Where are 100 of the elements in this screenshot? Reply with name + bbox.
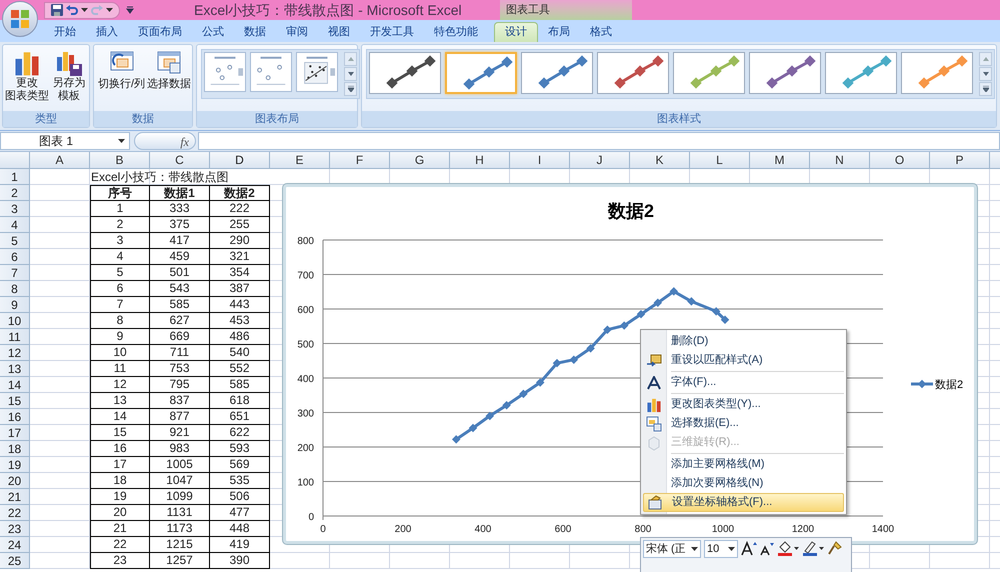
axis-tick-label: 800 — [297, 236, 314, 247]
ribbon-tab[interactable]: 特色功能 — [424, 22, 488, 42]
column-header[interactable]: H — [450, 152, 510, 168]
ribbon-tab[interactable]: 数据 — [234, 22, 276, 42]
row-header[interactable]: 9 — [0, 297, 30, 313]
column-header[interactable]: E — [270, 152, 330, 168]
menu-item[interactable]: 添加次要网格线(N) — [643, 474, 844, 493]
table-cell: 419 — [210, 537, 270, 553]
table-cell: 711 — [150, 345, 210, 361]
row-header[interactable]: 12 — [0, 345, 30, 361]
menu-item[interactable]: 删除(D) — [643, 332, 844, 351]
ribbon-tab[interactable]: 页面布局 — [128, 22, 192, 42]
row-header[interactable]: 1 — [0, 169, 30, 185]
column-header[interactable]: D — [210, 152, 270, 168]
ribbon-tab[interactable]: 视图 — [318, 22, 360, 42]
table-cell: 1005 — [150, 457, 210, 473]
column-header[interactable]: A — [30, 152, 90, 168]
ribbon-button[interactable]: 切换行/列 — [98, 49, 146, 91]
font-color-icon[interactable] — [802, 540, 824, 556]
menu-item[interactable]: 更改图表类型(Y)... — [643, 395, 844, 414]
column-header[interactable]: F — [330, 152, 390, 168]
table-cell: 6 — [90, 281, 150, 297]
column-header[interactable]: M — [750, 152, 810, 168]
save-icon[interactable] — [51, 4, 63, 16]
row-header[interactable]: 24 — [0, 537, 30, 553]
row-header[interactable]: 22 — [0, 505, 30, 521]
row-header[interactable]: 18 — [0, 441, 30, 457]
column-header[interactable]: N — [810, 152, 870, 168]
table-cell: 651 — [210, 409, 270, 425]
menu-item[interactable]: 添加主要网格线(M) — [643, 455, 844, 474]
menu-item[interactable]: 字体(F)... — [643, 373, 844, 392]
row-header[interactable]: 2 — [0, 185, 30, 201]
ribbon-tab[interactable]: 插入 — [86, 22, 128, 42]
row-header[interactable]: 21 — [0, 489, 30, 505]
column-header[interactable]: B — [90, 152, 150, 168]
column-header[interactable]: G — [390, 152, 450, 168]
row-header[interactable]: 6 — [0, 249, 30, 265]
ribbon-tab[interactable]: 开始 — [44, 22, 86, 42]
table-cell: 18 — [90, 473, 150, 489]
menu-item[interactable]: 重设以匹配样式(A) — [643, 351, 844, 370]
formula-input[interactable] — [198, 132, 1000, 150]
shrink-font-icon[interactable] — [760, 540, 774, 556]
group-label: 类型 — [3, 111, 89, 127]
layout-thumbnail[interactable] — [250, 52, 292, 92]
row-header[interactable]: 16 — [0, 409, 30, 425]
row-header[interactable]: 19 — [0, 457, 30, 473]
font-size-field[interactable]: 10 — [704, 540, 738, 558]
row-header[interactable]: 11 — [0, 329, 30, 345]
data-point — [720, 315, 730, 324]
row-header[interactable]: 5 — [0, 233, 30, 249]
data-point — [552, 358, 562, 368]
more-button[interactable] — [979, 82, 992, 96]
menu-item[interactable]: 设置坐标轴格式(F)... — [643, 493, 844, 512]
ribbon-tab[interactable]: 公式 — [192, 22, 234, 42]
undo-icon[interactable] — [66, 4, 78, 16]
table-cell: 1257 — [150, 553, 210, 569]
row-header[interactable]: 23 — [0, 521, 30, 537]
scroll-down-button[interactable] — [979, 67, 992, 81]
row-header[interactable]: 8 — [0, 281, 30, 297]
ribbon-tab[interactable]: 格式 — [580, 22, 622, 42]
ribbon-button[interactable]: 更改 图表类型 — [7, 49, 47, 103]
row-header[interactable]: 15 — [0, 393, 30, 409]
grow-font-icon[interactable] — [741, 540, 757, 556]
row-header[interactable]: 7 — [0, 265, 30, 281]
row-header[interactable]: 14 — [0, 377, 30, 393]
ribbon-tab[interactable]: 布局 — [538, 22, 580, 42]
ribbon-tab[interactable]: 审阅 — [276, 22, 318, 42]
row-header[interactable]: 3 — [0, 201, 30, 217]
customize-toolbar-icon[interactable] — [126, 6, 134, 14]
layout-thumbnail[interactable] — [204, 52, 246, 92]
column-header[interactable]: L — [690, 152, 750, 168]
more-button[interactable] — [344, 82, 357, 96]
table-cell: 333 — [150, 201, 210, 217]
column-header[interactable]: O — [870, 152, 930, 168]
menu-item[interactable]: 选择数据(E)... — [643, 414, 844, 433]
row-header[interactable]: 13 — [0, 361, 30, 377]
name-box[interactable]: 图表 1 — [0, 132, 130, 150]
row-header[interactable]: 4 — [0, 217, 30, 233]
row-header[interactable]: 20 — [0, 473, 30, 489]
row-header[interactable]: 10 — [0, 313, 30, 329]
column-header[interactable]: K — [630, 152, 690, 168]
insert-function-button[interactable]: fx — [134, 132, 196, 150]
layout-thumbnail[interactable] — [296, 52, 338, 92]
column-header[interactable]: I — [510, 152, 570, 168]
font-name-field[interactable]: 宋体 (正 — [643, 540, 701, 558]
row-header[interactable]: 25 — [0, 553, 30, 569]
ribbon-tab[interactable]: 设计 — [494, 22, 538, 42]
ribbon-tab[interactable]: 开发工具 — [360, 22, 424, 42]
format-painter-icon[interactable] — [827, 540, 843, 556]
row-header[interactable]: 17 — [0, 425, 30, 441]
ribbon-button[interactable]: 另存为 模板 — [49, 49, 89, 103]
scroll-down-button[interactable] — [344, 67, 357, 81]
table-cell: 2 — [90, 217, 150, 233]
column-header[interactable]: J — [570, 152, 630, 168]
column-header[interactable]: P — [930, 152, 990, 168]
column-header[interactable]: C — [150, 152, 210, 168]
axis-tick-label: 400 — [474, 524, 492, 535]
table-cell: 255 — [210, 217, 270, 233]
fill-color-icon[interactable] — [777, 540, 799, 556]
ribbon-button[interactable]: 选择数据 — [147, 49, 192, 91]
